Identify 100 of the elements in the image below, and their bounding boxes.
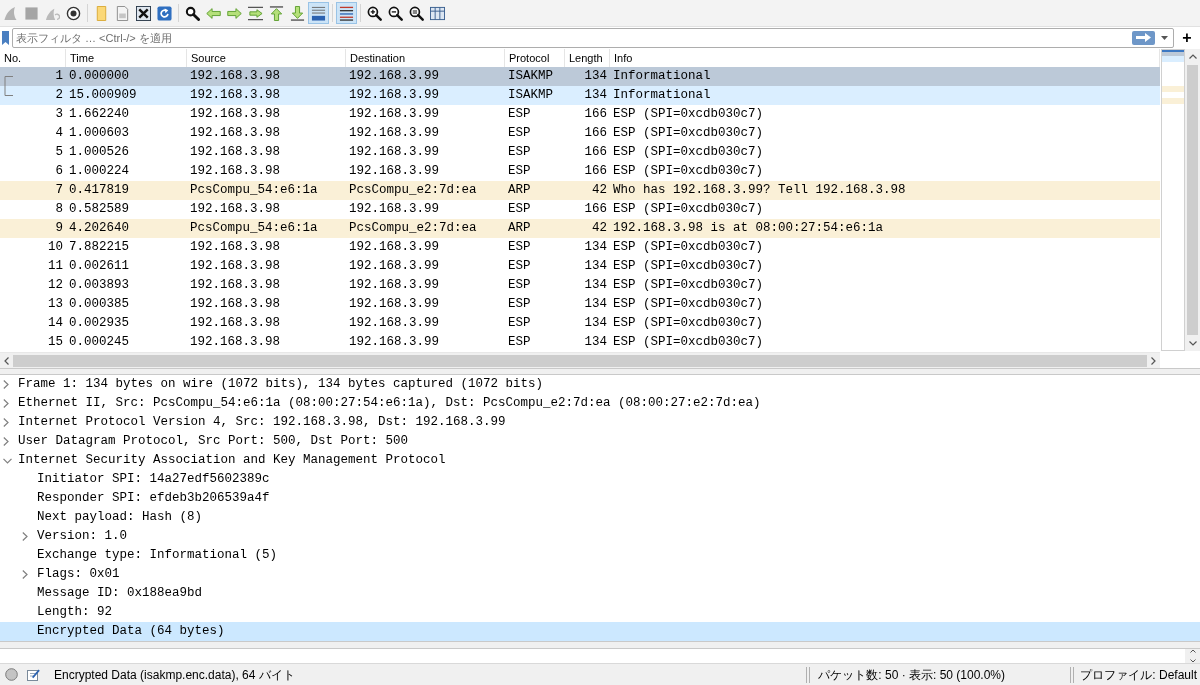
tree-item[interactable]: Flags: 0x01 (0, 565, 1200, 584)
scroll-down-icon[interactable] (1189, 659, 1196, 663)
table-cell-text: 12 (48, 277, 63, 294)
bookmark-icon[interactable] (2, 30, 9, 45)
table-cell-text: PcsCompu_54:e6:1a (189, 220, 319, 237)
scroll-right-icon[interactable] (1151, 356, 1156, 365)
zoom-in-icon (367, 5, 382, 21)
chevron-right-icon[interactable] (3, 380, 9, 389)
table-cell-text: 192.168.3.99 (348, 334, 440, 351)
tree-item[interactable]: Internet Security Association and Key Management Protocol (0, 451, 1200, 470)
scroll-left-icon[interactable] (4, 356, 9, 365)
table-cell-text: ESP (507, 258, 532, 275)
packet-row[interactable]: 2 15.000909 192.168.3.98 192.168.3.99 ISAKMP 134 Informational (0, 86, 1160, 105)
up-arrow-icon (269, 5, 284, 21)
table-cell-text: 134 (583, 87, 608, 104)
left-arrow-icon (206, 5, 221, 21)
table-cell-text: 15.000909 (68, 87, 138, 104)
table-cell-text: ESP (SPI=0xcdb030c7) (612, 258, 765, 275)
table-cell-text: 134 (583, 315, 608, 332)
table-cell-text: Informational (612, 87, 712, 104)
table-cell-text: 1.662240 (68, 106, 130, 123)
chevron-right-icon[interactable] (22, 570, 28, 579)
table-cell-text: 0.003893 (68, 277, 130, 294)
table-cell-text: ESP (SPI=0xcdb030c7) (612, 144, 765, 161)
scroll-down-icon[interactable] (1188, 341, 1197, 346)
scrollbar-thumb[interactable] (1187, 65, 1198, 335)
vertical-scrollbar[interactable] (1185, 649, 1200, 663)
table-cell-text: 0.417819 (68, 182, 130, 199)
tree-item[interactable]: Length: 92 (0, 603, 1200, 622)
down-arrow-icon (290, 5, 305, 21)
tree-item[interactable]: Next payload: Hash (8) (0, 508, 1200, 527)
tree-item[interactable]: Message ID: 0x188ea9bd (0, 584, 1200, 603)
table-cell-text: 192.168.3.99 (348, 68, 440, 85)
table-cell-text: 1.000603 (68, 125, 130, 142)
table-cell-text: 192.168.3.98 (189, 239, 281, 256)
profile-text: プロファイル: Default (1080, 666, 1197, 683)
add-filter-button[interactable]: + (1174, 27, 1200, 48)
tree-item[interactable]: Exchange type: Informational (5) (0, 546, 1200, 565)
shark-fin-icon (3, 5, 18, 21)
table-cell-text: ESP (SPI=0xcdb030c7) (612, 125, 765, 142)
chevron-down-icon[interactable] (3, 457, 12, 464)
colored-lines-icon (339, 5, 354, 21)
tree-item[interactable]: Encrypted Data (64 bytes) (0, 622, 1200, 641)
chevron-right-icon[interactable] (3, 437, 9, 446)
table-cell-text: 4.202640 (68, 220, 130, 237)
note-pencil-icon[interactable] (27, 668, 40, 681)
tree-item[interactable]: Internet Protocol Version 4, Src: 192.168.3.98, Dst: 192.168.3.99 (0, 413, 1200, 432)
horizontal-scrollbar[interactable] (0, 352, 1160, 368)
tree-item[interactable]: Ethernet II, Src: PcsCompu_54:e6:1a (08:00:27:54:e6:1a), Dst: PcsCompu_e2:7d:ea (08:00:27:e2:7d:ea) (0, 394, 1200, 413)
table-cell-text: 14 (48, 315, 63, 332)
table-cell-text: ARP (507, 182, 532, 199)
table-cell-text: Who has 192.168.3.99? Tell 192.168.3.98 (612, 182, 907, 199)
right-arrow-icon (227, 5, 242, 21)
table-cell-text: 5 (55, 144, 63, 161)
table-cell-text: 166 (583, 201, 608, 218)
table-cell-text: 0.002611 (68, 258, 130, 275)
table-cell-text: 192.168.3.99 (348, 106, 440, 123)
table-cell-text: 192.168.3.98 is at 08:00:27:54:e6:1a (612, 220, 885, 237)
table-cell-text: ESP (SPI=0xcdb030c7) (612, 315, 765, 332)
chevron-right-icon[interactable] (3, 399, 9, 408)
scroll-up-icon[interactable] (1188, 54, 1197, 59)
packet-count-text: パケット数: 50 · 表示: 50 (100.0%) (818, 666, 1007, 683)
tree-item[interactable]: Initiator SPI: 14a27edf5602389c (0, 470, 1200, 489)
packet-row[interactable]: 9 4.202640 PcsCompu_54:e6:1a PcsCompu_e2:7d:ea ARP 42 192.168.3.98 is at 08:00:27:54:e6:1a (0, 219, 1160, 238)
tree-item[interactable]: User Datagram Protocol, Src Port: 500, Dst Port: 500 (0, 432, 1200, 451)
packet-row[interactable]: 1 0.000000 192.168.3.98 192.168.3.99 ISAKMP 134 Informational (0, 67, 1160, 86)
table-cell-text: 42 (591, 220, 608, 237)
tree-item[interactable]: Version: 1.0 (0, 527, 1200, 546)
table-cell-text: 42 (591, 182, 608, 199)
chevron-right-icon[interactable] (3, 418, 9, 427)
tree-item[interactable]: Frame 1: 134 bytes on wire (1072 bits), 134 bytes captured (1072 bits) (0, 375, 1200, 394)
table-cell-text: 3 (55, 106, 63, 123)
chevron-right-icon[interactable] (22, 532, 28, 541)
table-cell-text: 11 (48, 258, 63, 275)
status-circle-icon[interactable] (5, 668, 18, 681)
table-cell-text: 134 (583, 296, 608, 313)
table-cell-text: 192.168.3.99 (348, 315, 440, 332)
table-cell-text: ESP (SPI=0xcdb030c7) (612, 277, 765, 294)
table-cell-text: 192.168.3.98 (189, 334, 281, 351)
packet-row[interactable]: 7 0.417819 PcsCompu_54:e6:1a PcsCompu_e2:7d:ea ARP 42 Who has 192.168.3.99? Tell 192.168.3.98 (0, 181, 1160, 200)
table-cell-text: 192.168.3.99 (348, 239, 440, 256)
folder-icon (94, 5, 109, 21)
table-cell-text: 8 (55, 201, 63, 218)
close-icon (136, 5, 151, 21)
scroll-up-icon[interactable] (1189, 649, 1196, 653)
table-cell-text: 134 (583, 258, 608, 275)
table-cell-text: 0.002935 (68, 315, 130, 332)
tree-item[interactable]: Responder SPI: efdeb3b206539a4f (0, 489, 1200, 508)
table-cell-text: 192.168.3.98 (189, 258, 281, 275)
autoscroll-button[interactable] (308, 2, 329, 24)
table-cell-text: ESP (507, 144, 532, 161)
table-cell-text: 1.000224 (68, 163, 130, 180)
scrollbar-thumb[interactable] (13, 354, 1147, 367)
vertical-scrollbar[interactable] (1185, 49, 1200, 351)
stop-icon (24, 5, 39, 21)
table-cell-text: PcsCompu_e2:7d:ea (348, 182, 478, 199)
colorize-button[interactable] (336, 2, 357, 24)
table-cell-text: ESP (507, 334, 532, 351)
table-cell-text: 192.168.3.98 (189, 277, 281, 294)
table-cell-text: 192.168.3.98 (189, 201, 281, 218)
